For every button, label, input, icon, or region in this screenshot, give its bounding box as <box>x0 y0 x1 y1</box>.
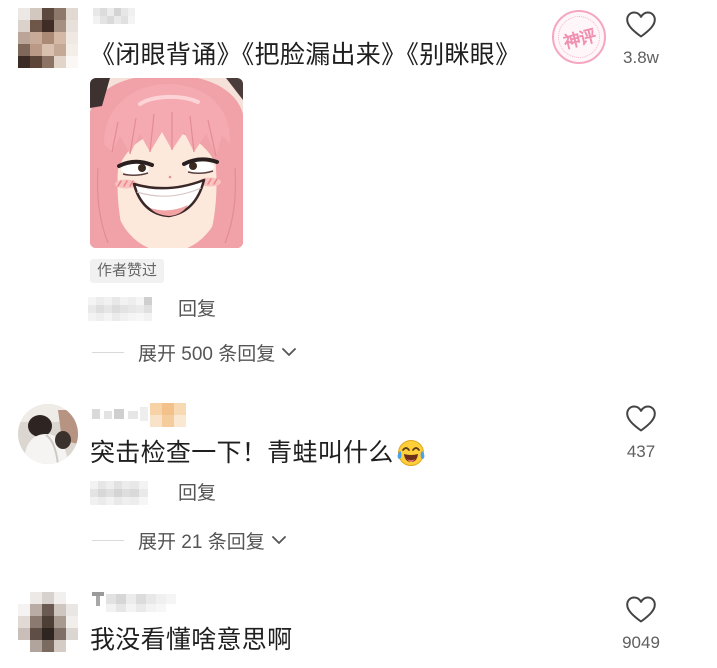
anime-sticker-illustration <box>90 78 243 248</box>
comment-text: 突击检查一下！青蛙叫什么 <box>90 439 394 467</box>
like-button[interactable]: 437 <box>611 405 671 462</box>
like-count: 9049 <box>622 633 660 652</box>
username-blur <box>93 8 135 24</box>
heart-outline-icon <box>626 596 656 623</box>
reply-button[interactable]: 回复 <box>178 298 216 322</box>
expand-replies-button[interactable]: 展开 500 条回复 <box>92 340 297 365</box>
top-comment-stamp: 神评 <box>552 10 606 64</box>
timestamp-blur <box>90 481 148 505</box>
username-redacted[interactable] <box>93 8 135 24</box>
heart-outline-icon <box>626 11 656 38</box>
sticker-image[interactable] <box>90 78 243 248</box>
avatar[interactable] <box>18 8 78 68</box>
avatar[interactable] <box>18 592 78 652</box>
username-blur <box>92 403 186 427</box>
timestamp-redacted <box>88 297 152 321</box>
expand-replies-label: 展开 21 条回复 <box>138 531 265 553</box>
timestamp-redacted <box>90 481 148 505</box>
like-count: 3.8w <box>623 48 659 67</box>
timestamp-blur <box>88 297 152 321</box>
heart-outline-icon <box>626 405 656 432</box>
divider-line <box>92 539 124 541</box>
username-redacted[interactable] <box>92 403 186 427</box>
expand-replies-label: 展开 500 条回复 <box>138 343 276 365</box>
avatar[interactable] <box>18 404 78 464</box>
like-button[interactable]: 3.8w <box>611 11 671 68</box>
chevron-down-icon <box>271 536 286 544</box>
author-liked-badge: 作者赞过 <box>90 259 165 283</box>
username-redacted[interactable] <box>92 592 176 612</box>
chevron-down-icon <box>282 348 297 356</box>
laughing-emoji-icon <box>397 440 425 466</box>
avatar-photo <box>18 404 78 464</box>
comment-text: 《闭眼背诵》《把脸漏出来》《别眯眼》 <box>90 41 521 69</box>
avatar-redacted-mosaic <box>18 8 78 68</box>
comment-text-row: 突击检查一下！青蛙叫什么 <box>90 438 425 468</box>
expand-replies-button[interactable]: 展开 21 条回复 <box>92 528 286 553</box>
comment-list: 《闭眼背诵》《把脸漏出来》《别眯眼》 神评 3.8w 作者赞过 回复 展开 50… <box>0 0 717 668</box>
divider-line <box>92 351 124 353</box>
like-button[interactable]: 9049 <box>611 596 671 653</box>
reply-button[interactable]: 回复 <box>178 482 216 506</box>
username-blur <box>92 592 176 612</box>
stamp-label: 神评 <box>561 25 598 53</box>
comment-text: 我没看懂啥意思啊 <box>90 626 293 654</box>
like-count: 437 <box>626 442 656 461</box>
avatar-redacted-mosaic <box>18 592 78 652</box>
